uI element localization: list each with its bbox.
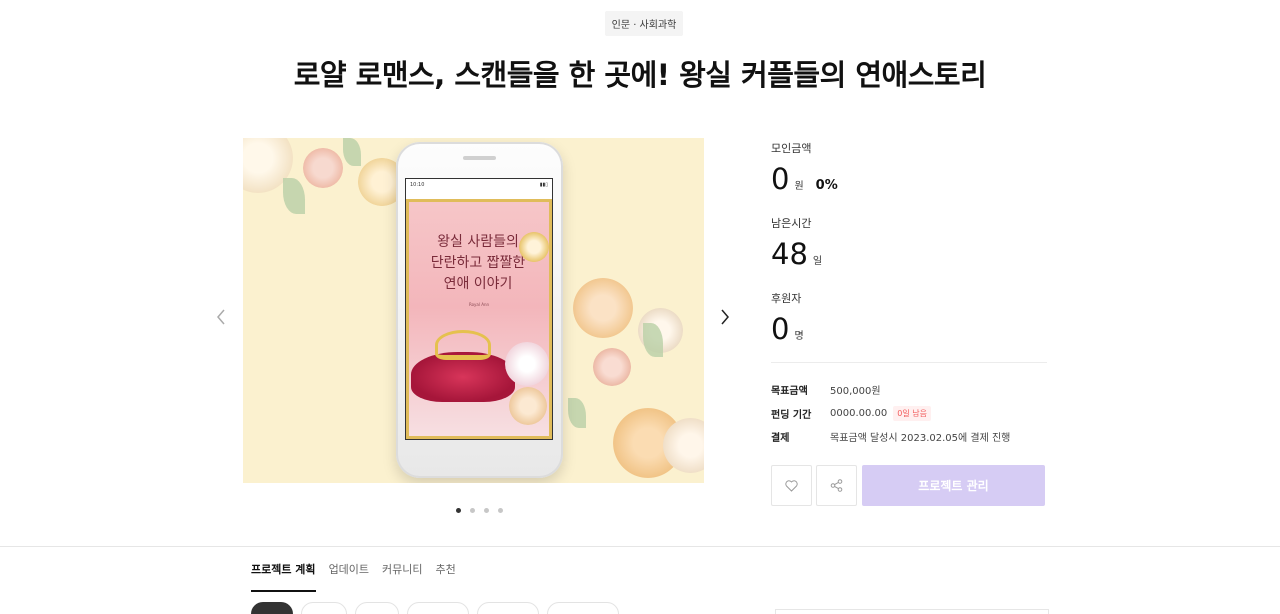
- goal-key: 목표금액: [771, 386, 808, 398]
- chevron-right-icon[interactable]: [720, 309, 730, 330]
- goal-value: 500,000원: [830, 386, 881, 398]
- project-tabs: 프로젝트 계획 업데이트 커뮤니티 추천: [251, 561, 456, 592]
- flower-decoration: [509, 387, 547, 425]
- slide-dot[interactable]: [470, 508, 475, 513]
- like-button[interactable]: [771, 465, 812, 506]
- flower-decoration: [573, 278, 633, 338]
- leaf-decoration: [343, 138, 361, 166]
- backers-stat: 후원자 0 명: [771, 290, 1047, 365]
- share-icon: [830, 479, 843, 492]
- time-unit: 일: [812, 256, 823, 267]
- battery-icon: ▮▮▯: [539, 182, 548, 188]
- tab-community[interactable]: 커뮤니티: [382, 561, 422, 592]
- payment-value: 목표금액 달성시 2023.02.05에 결제 진행: [830, 433, 1011, 445]
- cover-title-line: 연애 이야기: [443, 276, 513, 292]
- image-gallery[interactable]: 10:10 ▮▮▯ 왕실 사람들의 단란하고 짭짤한 연애 이야기 Royal …: [243, 138, 704, 483]
- share-button[interactable]: [816, 465, 857, 506]
- raised-label: 모인금액: [771, 142, 812, 155]
- funding-stats: 모인금액 0 원 0% 남은시간 48 일 후원자 0 명: [771, 140, 1047, 365]
- raised-unit: 원: [794, 181, 804, 192]
- category-badge[interactable]: 인문 · 사회과학: [605, 11, 683, 36]
- goal-row: 목표금액 500,000원: [771, 378, 1047, 402]
- period-key: 펀딩 기간: [771, 409, 812, 421]
- period-row: 펀딩 기간 0000.00.00 0일 남음: [771, 402, 1047, 426]
- time-value: 48: [771, 237, 808, 271]
- flower-decoration: [519, 232, 549, 262]
- time-label: 남은시간: [771, 217, 812, 230]
- slide-dot[interactable]: [498, 508, 503, 513]
- time-stat: 남은시간 48 일: [771, 215, 1047, 290]
- crown-illustration: [435, 330, 491, 360]
- flower-decoration: [303, 148, 343, 188]
- section-chip[interactable]: [355, 602, 399, 614]
- raised-stat: 모인금액 0 원 0%: [771, 140, 1047, 215]
- raised-value: 0: [771, 162, 790, 196]
- heart-icon: [785, 479, 798, 492]
- backers-unit: 명: [794, 331, 804, 342]
- slide-dot[interactable]: [484, 508, 489, 513]
- section-chip[interactable]: [407, 602, 469, 614]
- backers-value: 0: [771, 312, 790, 346]
- section-chip[interactable]: [477, 602, 539, 614]
- tab-divider: [0, 546, 1280, 547]
- backers-label: 후원자: [771, 292, 802, 305]
- side-panel: [775, 609, 1049, 614]
- project-title: 로얄 로맨스, 스캔들을 한 곳에! 왕실 커플들의 연애스토리: [293, 58, 987, 92]
- section-chip[interactable]: [251, 602, 293, 614]
- days-left-badge: 0일 남음: [893, 405, 931, 421]
- status-time: 10:10: [410, 182, 425, 188]
- phone-speaker: [463, 156, 496, 160]
- flower-decoration: [593, 348, 631, 386]
- period-value: 0000.00.00: [830, 407, 888, 419]
- phone-status-bar: 10:10 ▮▮▯: [406, 179, 552, 191]
- funding-info: 목표금액 500,000원 펀딩 기간 0000.00.00 0일 남음 결제 …: [771, 378, 1047, 449]
- slide-indicator: [456, 508, 503, 513]
- tab-recommend[interactable]: 추천: [436, 561, 456, 592]
- manage-project-button[interactable]: 프로젝트 관리: [862, 465, 1045, 506]
- stats-divider: [771, 362, 1047, 363]
- payment-key: 결제: [771, 433, 790, 445]
- payment-row: 결제 목표금액 달성시 2023.02.05에 결제 진행: [771, 425, 1047, 449]
- section-chip[interactable]: [301, 602, 347, 614]
- section-chip[interactable]: [547, 602, 619, 614]
- tab-plan[interactable]: 프로젝트 계획: [251, 561, 316, 592]
- cover-subtitle: Royal Ann: [468, 302, 490, 307]
- chevron-left-icon[interactable]: [216, 309, 226, 330]
- slide-dot[interactable]: [456, 508, 461, 513]
- phone-screen: 10:10 ▮▮▯ 왕실 사람들의 단란하고 짭짤한 연애 이야기 Royal …: [405, 178, 553, 440]
- flower-decoration: [505, 342, 549, 386]
- tab-updates[interactable]: 업데이트: [329, 561, 369, 592]
- raised-percent: 0%: [815, 178, 838, 193]
- book-cover: 왕실 사람들의 단란하고 짭짤한 연애 이야기 Royal Ann: [406, 199, 552, 439]
- leaf-decoration: [568, 398, 586, 428]
- phone-mockup: 10:10 ▮▮▯ 왕실 사람들의 단란하고 짭짤한 연애 이야기 Royal …: [396, 142, 563, 478]
- section-chips: [251, 602, 619, 614]
- leaf-decoration: [283, 178, 305, 214]
